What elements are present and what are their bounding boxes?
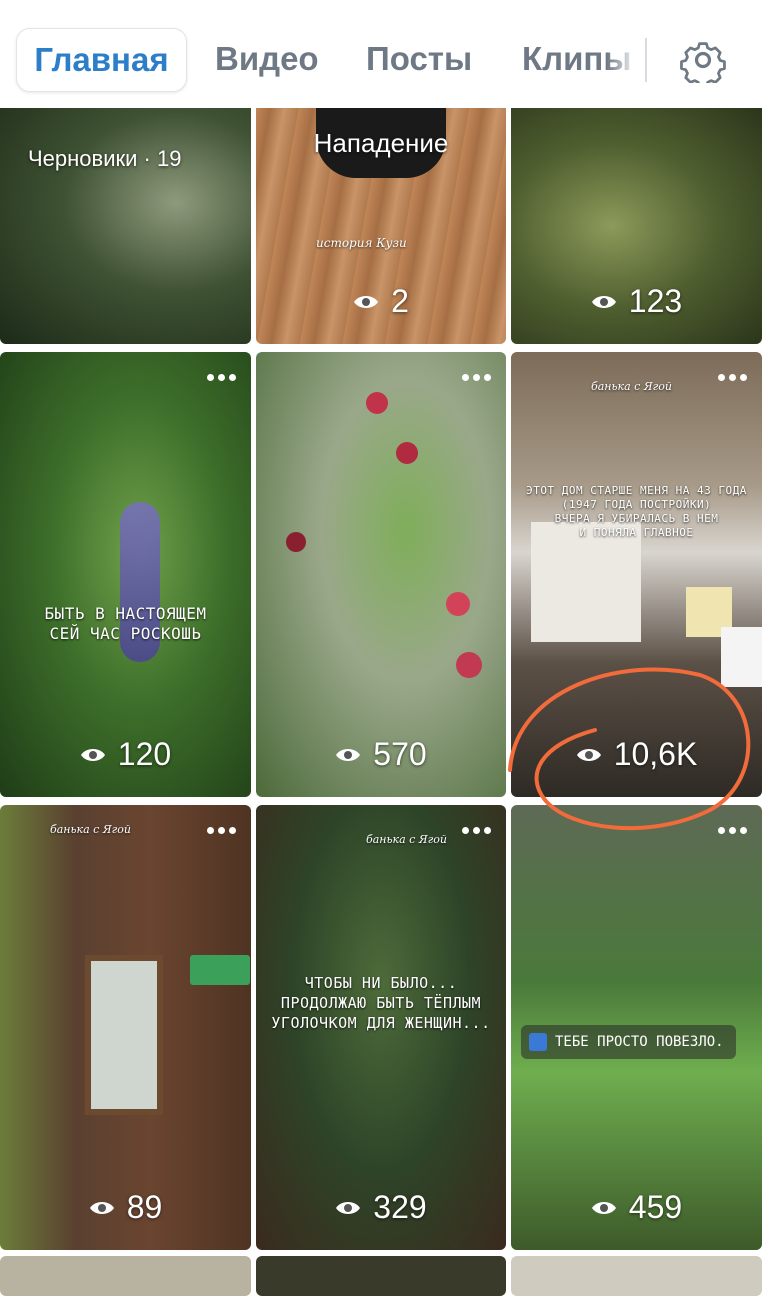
top-tab-bar: Главная Видео Посты Клипы: [0, 0, 762, 108]
overlay-line: СЕЙ ЧАС РОСКОШЬ: [49, 624, 202, 643]
clip-tile[interactable]: банька с Ягой ЧТОБЫ НИ БЫЛО... ПРОДОЛЖАЮ…: [256, 805, 506, 1250]
view-count-value: 89: [126, 1189, 163, 1225]
view-count: 123: [511, 283, 762, 320]
clip-tile[interactable]: ТЕБЕ ПРОСТО ПОВЕЗЛО. 459: [511, 805, 762, 1250]
clip-caption: банька с Ягой: [366, 833, 447, 846]
view-count: 120: [0, 736, 251, 773]
gear-icon[interactable]: [680, 37, 726, 83]
clip-caption: история Кузи: [316, 236, 407, 250]
tab-clips[interactable]: Клипы: [522, 28, 637, 90]
view-count: 459: [511, 1189, 762, 1226]
more-options-button[interactable]: [207, 374, 237, 382]
view-count-value: 570: [373, 736, 427, 772]
clip-tile[interactable]: [511, 1256, 762, 1296]
clip-sticker: ТЕБЕ ПРОСТО ПОВЕЗЛО.: [521, 1025, 736, 1059]
view-count: 329: [256, 1189, 506, 1226]
overlay-line: ПРОДОЛЖАЮ БЫТЬ ТЁПЛЫМ: [280, 994, 482, 1012]
view-count: 2: [256, 283, 506, 320]
drafts-tile[interactable]: Черновики · 19: [0, 108, 251, 344]
overlay-line: БЫТЬ В НАСТОЯЩЕМ: [44, 604, 207, 623]
sticker-text: ТЕБЕ ПРОСТО ПОВЕЗЛО.: [555, 1034, 724, 1050]
more-options-button[interactable]: [462, 827, 492, 835]
clip-tile[interactable]: [256, 1256, 506, 1296]
view-count-value: 459: [628, 1189, 683, 1225]
tab-video[interactable]: Видео: [215, 28, 319, 90]
view-count-value: 329: [373, 1189, 427, 1225]
more-options-button[interactable]: [462, 374, 492, 382]
view-count-value: 2: [391, 283, 409, 319]
clip-tile[interactable]: БЫТЬ В НАСТОЯЩЕМ СЕЙ ЧАС РОСКОШЬ 120: [0, 352, 251, 797]
eye-icon: [336, 1201, 361, 1214]
overlay-line: ЧТОБЫ НИ БЫЛО...: [304, 974, 458, 992]
view-count-value: 10,6K: [613, 736, 698, 772]
eye-icon: [591, 295, 616, 308]
clip-tile[interactable]: банька с Ягой 89: [0, 805, 251, 1250]
overlay-line: ВЧЕРА Я УБИРАЛАСЬ В НЕМ: [554, 512, 719, 525]
clip-overlay-text: ЭТОТ ДОМ СТАРШЕ МЕНЯ НА 43 ГОДА (1947 ГО…: [511, 484, 762, 540]
eye-icon: [80, 748, 105, 761]
tab-posts[interactable]: Посты: [366, 28, 472, 90]
tab-main[interactable]: Главная: [16, 28, 187, 92]
clip-tile-highlighted[interactable]: банька с Ягой ЭТОТ ДОМ СТАРШЕ МЕНЯ НА 43…: [511, 352, 762, 797]
more-options-button[interactable]: [207, 827, 237, 835]
eye-icon: [89, 1201, 114, 1214]
more-options-button[interactable]: [718, 827, 748, 835]
clip-tile[interactable]: 570: [256, 352, 506, 797]
clips-grid: Черновики · 19 Нападение история Кузи 2 …: [0, 0, 762, 1296]
eye-icon: [576, 748, 601, 761]
tab-divider: [645, 38, 647, 82]
eye-icon: [336, 748, 361, 761]
drafts-label: Черновики · 19: [28, 146, 182, 171]
tab-clips-container[interactable]: Клипы: [522, 28, 637, 90]
view-count: 10,6K: [511, 736, 762, 773]
clip-tile-attack[interactable]: Нападение история Кузи 2: [256, 108, 506, 344]
overlay-line: ЭТОТ ДОМ СТАРШЕ МЕНЯ НА 43 ГОДА: [526, 484, 747, 497]
clip-caption: банька с Ягой: [50, 823, 131, 836]
eye-icon: [591, 1201, 616, 1214]
clip-overlay-text: БЫТЬ В НАСТОЯЩЕМ СЕЙ ЧАС РОСКОШЬ: [0, 604, 251, 644]
clip-tile[interactable]: [0, 1256, 251, 1296]
clip-title: Нападение: [313, 128, 449, 158]
view-count: 89: [0, 1189, 251, 1226]
more-options-button[interactable]: [718, 374, 748, 382]
view-count-value: 120: [117, 736, 172, 772]
view-count-value: 123: [628, 283, 683, 319]
sticker-icon: [529, 1033, 547, 1051]
overlay-line: (1947 ГОДА ПОСТРОЙКИ): [561, 498, 712, 511]
clip-tile[interactable]: 123: [511, 108, 762, 344]
clip-overlay-text: ЧТОБЫ НИ БЫЛО... ПРОДОЛЖАЮ БЫТЬ ТЁПЛЫМ У…: [256, 973, 506, 1033]
eye-icon: [354, 295, 379, 308]
clip-caption: банька с Ягой: [591, 380, 672, 393]
overlay-line: И ПОНЯЛА ГЛАВНОЕ: [579, 526, 694, 539]
overlay-line: УГОЛОЧКОМ ДЛЯ ЖЕНЩИН...: [271, 1014, 491, 1032]
view-count: 570: [256, 736, 506, 773]
